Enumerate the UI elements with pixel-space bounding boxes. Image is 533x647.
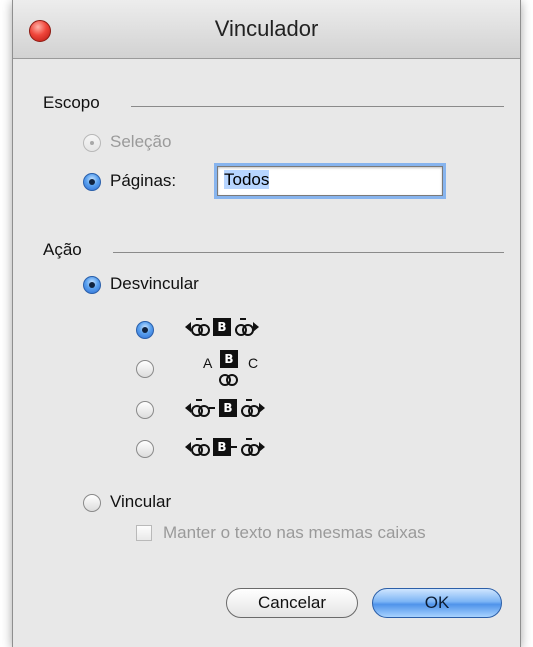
cancel-button[interactable]: Cancelar xyxy=(226,588,358,618)
dialog-window: Vinculador Escopo Seleção Páginas: Todos… xyxy=(12,0,521,647)
scope-pages-label: Páginas: xyxy=(110,171,177,190)
scope-section-label: Escopo xyxy=(43,93,100,112)
unlink-variant-1-radio[interactable] xyxy=(136,321,154,339)
unlink-variant-3-radio[interactable] xyxy=(136,401,154,419)
unlink-before-after-icon: B xyxy=(185,318,259,337)
scope-pages-radio[interactable] xyxy=(83,173,101,191)
pages-input[interactable]: Todos xyxy=(217,166,443,196)
unlink-sequence-icon: A B C xyxy=(203,350,283,390)
pages-input-value: Todos xyxy=(224,170,270,189)
scope-selection-label: Seleção xyxy=(110,132,172,151)
link-label: Vincular xyxy=(110,492,172,511)
title-bar[interactable]: Vinculador xyxy=(13,0,520,59)
ok-button[interactable]: OK xyxy=(372,588,502,618)
window-title: Vinculador xyxy=(214,16,319,41)
unlink-variant-4-radio[interactable] xyxy=(136,440,154,458)
action-divider xyxy=(113,252,504,253)
scope-selection-radio xyxy=(83,134,101,152)
unlink-variant-2-radio[interactable] xyxy=(136,360,154,378)
unlink-radio[interactable] xyxy=(83,276,101,294)
unlink-after-icon: B xyxy=(185,438,265,457)
keep-text-label: Manter o texto nas mesmas caixas xyxy=(163,523,426,542)
keep-text-checkbox xyxy=(136,525,152,541)
unlink-label: Desvincular xyxy=(110,274,199,293)
unlink-before-icon: B xyxy=(185,399,265,418)
action-section-label: Ação xyxy=(43,240,82,259)
scope-divider xyxy=(131,106,504,107)
link-radio[interactable] xyxy=(83,494,101,512)
